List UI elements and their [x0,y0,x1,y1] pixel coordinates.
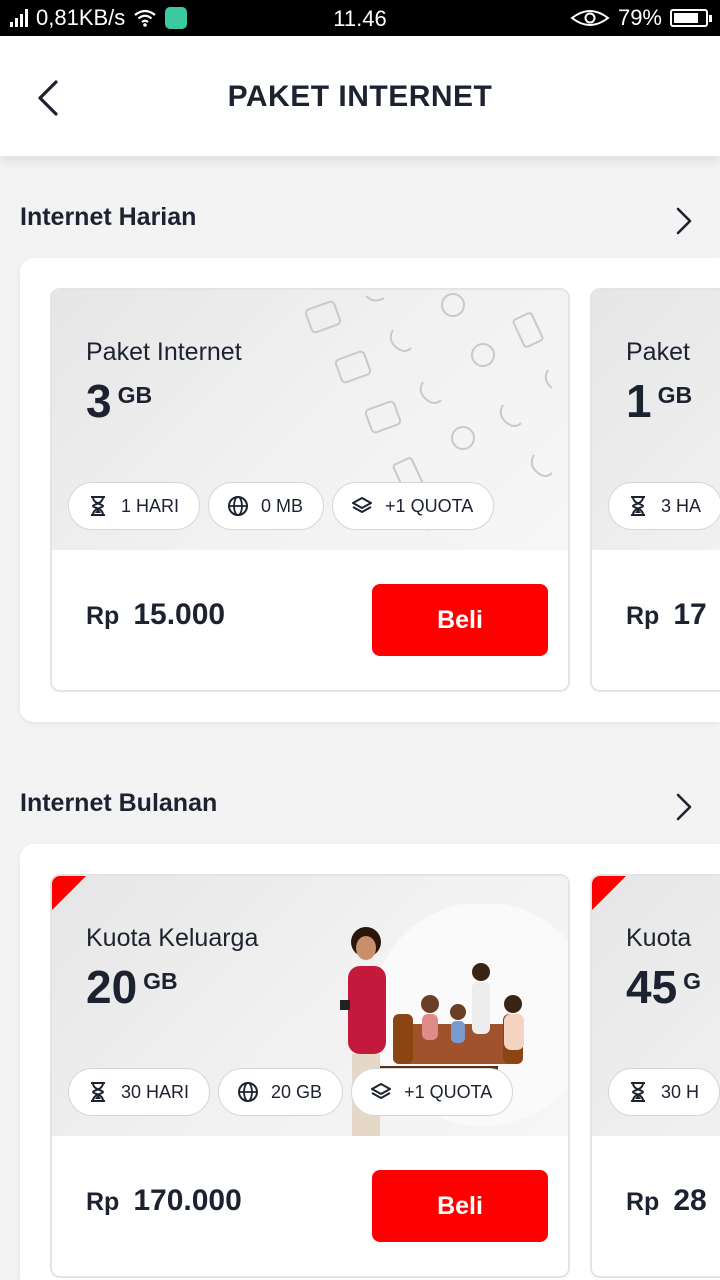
feature-pill-bonus: +1 QUOTA [332,482,495,530]
feature-text: +1 QUOTA [385,495,474,516]
package-price: Rp 15.000 [86,598,225,632]
section-title-internet-harian: Internet Harian [20,203,197,231]
quota-unit: GB [143,968,178,994]
price-currency: Rp [626,602,660,630]
globe-icon [228,496,249,516]
feature-text: 0 MB [261,495,304,516]
internet-bulanan-carousel[interactable]: Kuota Keluarga 20 GB 30 HARI 20 GB +1 QU… [20,844,720,1280]
package-name: Kuota [626,924,692,952]
price-amount: 15.000 [133,598,226,631]
feature-text: 20 GB [271,1081,323,1102]
promo-corner-tag [592,876,626,910]
eye-icon [570,10,610,26]
quota-amount: 45 [626,961,678,1013]
layers-icon [371,1083,392,1099]
package-card[interactable]: Kuota 45 G 30 H Rp 28 [590,874,720,1278]
price-amount: 170.000 [133,1184,242,1217]
app-header: PAKET INTERNET [0,36,720,156]
quota-amount: 1 [626,375,652,427]
feature-text: 1 HARI [121,495,180,516]
quota-unit: GB [117,382,153,408]
buy-button[interactable]: Beli [372,1170,548,1242]
chevron-right-icon[interactable] [672,790,696,824]
promo-corner-tag [52,876,86,910]
price-currency: Rp [86,1188,120,1216]
feature-pill-bonus: +1 QUOTA [351,1068,514,1116]
package-price: Rp 28 [626,1184,707,1218]
status-bar: 0,81KB/s 11.46 79% [0,0,720,36]
card-header: Kuota Keluarga 20 GB 30 HARI 20 GB +1 QU… [52,876,568,1136]
feature-text: 30 H [661,1081,700,1102]
feature-text: +1 QUOTA [404,1081,493,1102]
feature-pill-data: 20 GB [218,1068,344,1116]
feature-text: 30 HARI [121,1081,190,1102]
feature-text: 3 HA [661,495,702,516]
quota-amount: 3 [86,375,112,427]
package-features: 30 H [608,1068,720,1116]
feature-pill-duration: 3 HA [608,482,720,530]
feature-pill-duration: 30 H [608,1068,720,1116]
package-quota: 45 G [626,964,701,1010]
hourglass-icon [91,1082,105,1102]
package-quota: 20 GB [86,964,178,1010]
battery-icon [670,9,712,27]
page-title: PAKET INTERNET [227,80,493,113]
feature-pill-data: 0 MB [208,482,325,530]
chevron-right-icon[interactable] [672,204,696,238]
package-features: 3 HA [608,482,720,530]
package-name: Paket Internet [86,338,242,366]
quota-amount: 20 [86,961,138,1013]
package-card[interactable]: Paket 1 GB 3 HA Rp 17 [590,288,720,692]
layers-icon [352,497,373,513]
globe-icon [238,1082,259,1102]
hourglass-icon [631,496,645,516]
section-title-internet-bulanan: Internet Bulanan [20,789,218,817]
price-currency: Rp [86,602,120,630]
internet-harian-carousel[interactable]: Paket Internet 3 GB 1 HARI 0 MB +1 QUOTA [20,258,720,722]
package-card[interactable]: Paket Internet 3 GB 1 HARI 0 MB +1 QUOTA [50,288,570,692]
hourglass-icon [631,1082,645,1102]
package-features: 1 HARI 0 MB +1 QUOTA [68,482,495,530]
card-header: Paket Internet 3 GB 1 HARI 0 MB +1 QUOTA [52,290,568,550]
hourglass-icon [91,496,105,516]
buy-button[interactable]: Beli [372,584,548,656]
quota-unit: G [683,968,702,994]
price-amount: 28 [673,1184,707,1217]
card-header: Kuota 45 G 30 H [592,876,720,1136]
package-quota: 1 GB [626,378,692,424]
package-price: Rp 17 [626,598,707,632]
package-price: Rp 170.000 [86,1184,242,1218]
feature-pill-duration: 30 HARI [68,1068,211,1116]
battery-percent: 79% [617,5,662,30]
package-card[interactable]: Kuota Keluarga 20 GB 30 HARI 20 GB +1 QU… [50,874,570,1278]
package-name: Paket [626,338,690,366]
package-name: Kuota Keluarga [86,924,259,952]
feature-pill-duration: 1 HARI [68,482,201,530]
quota-unit: GB [657,382,693,408]
package-features: 30 HARI 20 GB +1 QUOTA [68,1068,514,1116]
package-quota: 3 GB [86,378,152,424]
price-currency: Rp [626,1188,660,1216]
price-amount: 17 [673,598,707,631]
card-header: Paket 1 GB 3 HA [592,290,720,550]
